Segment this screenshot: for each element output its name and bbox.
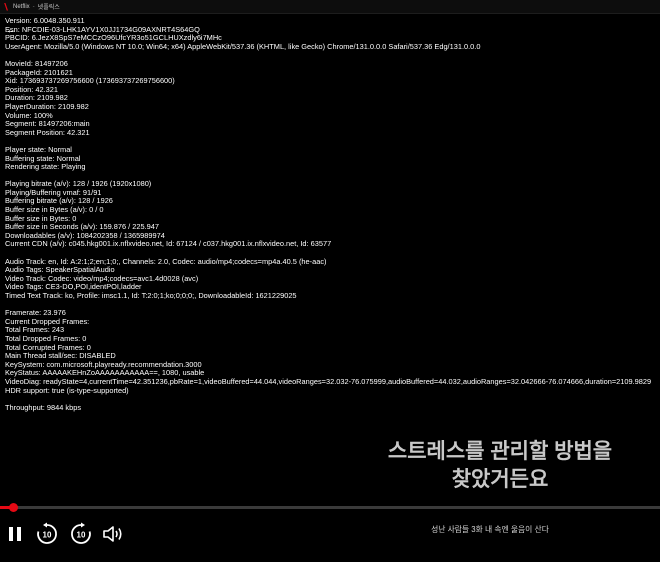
debug-line: Total Dropped Frames: 0: [5, 333, 87, 343]
episode-title: 성난 사람들 3화 내 속엔 울음이 산다: [431, 525, 549, 534]
debug-line: UserAgent: Mozilla/5.0 (Windows NT 10.0;…: [5, 41, 481, 51]
subtitle-line-2: 찾았거든요: [451, 468, 549, 491]
rewind-10-icon: 10: [37, 522, 57, 544]
debug-line: Timed Text Track: ko, Profile: imsc1.1, …: [5, 291, 297, 300]
volume-button[interactable]: [99, 520, 127, 548]
debug-line: Current Dropped Frames:: [5, 316, 90, 326]
rewind-10-button[interactable]: 10: [33, 520, 61, 548]
debug-spacer: [5, 51, 655, 60]
svg-text:10: 10: [77, 531, 86, 540]
debug-spacer: [5, 301, 655, 310]
debug-line: Framerate: 23.976: [5, 308, 66, 318]
window-titlebar: Netflix - 넷플릭스: [0, 0, 660, 14]
debug-line: Duration: 2109.982: [5, 93, 68, 103]
debug-line: HDR support: true (is-type-supported): [5, 385, 129, 395]
debug-line: Buffer size in Bytes (a/v): 0 / 0: [5, 205, 104, 215]
debug-line: Player state: Normal: [5, 144, 72, 154]
forward-10-button[interactable]: 10: [67, 520, 95, 548]
debug-stats-overlay: Version: 6.0048.350.911 Esn: NFCDIE-03-LH…: [5, 16, 655, 412]
back-arrow-icon[interactable]: ←: [6, 25, 17, 36]
window-app-name: Netflix: [13, 3, 30, 10]
debug-line: Segment Position: 42.321: [5, 127, 90, 137]
pause-button[interactable]: [1, 520, 29, 548]
pause-icon: [9, 527, 21, 541]
window-title: 넷플릭스: [37, 5, 60, 11]
svg-text:10: 10: [43, 531, 52, 540]
debug-line: Xid: 173693737269756600 (173693737269756…: [5, 76, 175, 86]
progress-bar[interactable]: [0, 503, 660, 512]
debug-line: Rendering state: Playing: [5, 162, 86, 172]
debug-spacer: [5, 395, 655, 404]
debug-line: Segment: 81497206:main: [5, 119, 90, 129]
debug-line: Throughput: 9844 kbps: [5, 402, 82, 412]
debug-line: Current CDN (a/v): c045.hkg001.ix.nflxvi…: [5, 239, 332, 249]
volume-icon: [103, 526, 122, 542]
subtitle-text: 스트레스를 관리할 방법을 찾았거든요: [350, 438, 650, 494]
forward-10-icon: 10: [71, 522, 91, 544]
scrubber-handle[interactable]: [9, 503, 19, 512]
debug-line: PlayerDuration: 2109.982: [5, 101, 89, 111]
debug-line: Position: 42.321: [5, 84, 59, 94]
title-separator: -: [32, 3, 35, 10]
debug-line: Playing bitrate (a/v): 128 / 1926 (1920x…: [5, 179, 152, 189]
debug-line: Volume: 100%: [5, 110, 53, 120]
subtitle-line-1: 스트레스를 관리할 방법을: [387, 440, 613, 463]
debug-line: Buffering state: Normal: [5, 153, 81, 163]
debug-line: MovieId: 81497206: [5, 58, 68, 68]
netflix-logo-icon: [4, 2, 8, 11]
debug-line: Total Frames: 243: [5, 325, 65, 335]
debug-spacer: [5, 137, 655, 146]
